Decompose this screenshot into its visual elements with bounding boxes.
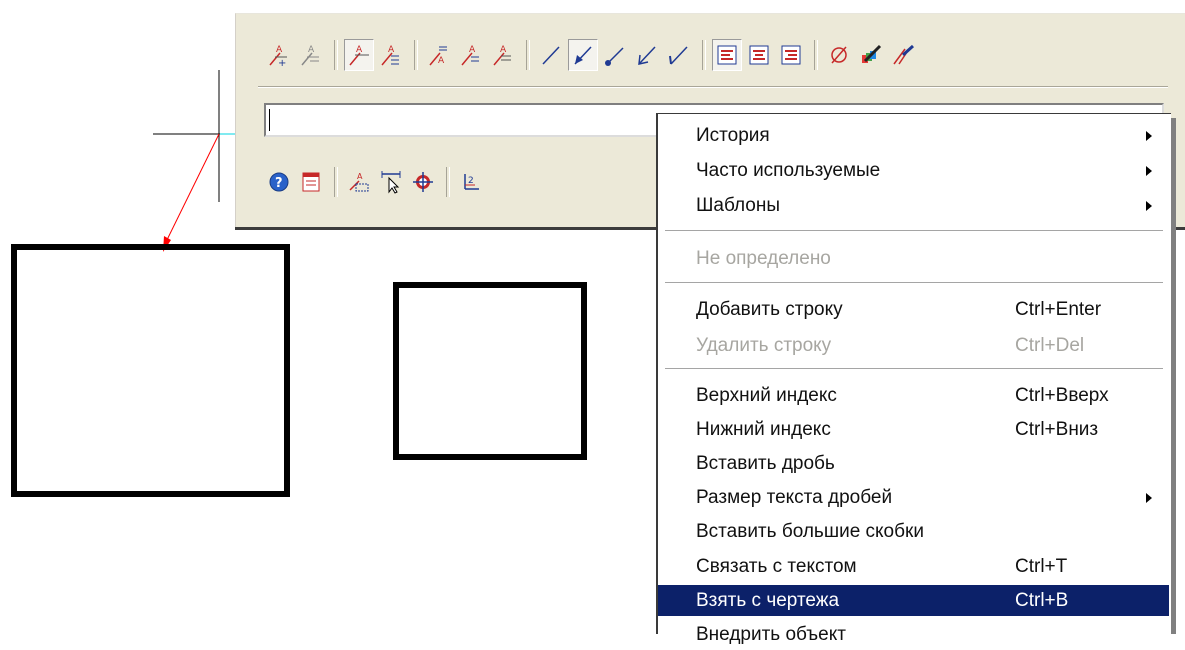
svg-text:A: A — [357, 172, 363, 181]
text-underline-icon[interactable]: A — [376, 39, 406, 71]
toolbar-separator — [334, 40, 338, 70]
menu-item-label: История — [696, 125, 770, 146]
target-icon[interactable] — [408, 166, 438, 198]
menu-item-embed-object[interactable]: Внедрить объект — [658, 619, 1169, 650]
menu-shadow — [1171, 118, 1176, 634]
text-multi-above-icon[interactable]: A — [424, 39, 454, 71]
svg-text:?: ? — [275, 176, 283, 191]
large-rectangle[interactable] — [11, 244, 290, 497]
menu-item-insert-fraction[interactable]: Вставить дробь — [658, 448, 1169, 479]
menu-item-label: Добавить строку — [696, 299, 843, 320]
menu-item-subscript[interactable]: Нижний индекс Ctrl+Вниз — [658, 414, 1169, 445]
menu-separator — [665, 230, 1163, 232]
menu-item-shortcut: Ctrl+B — [1015, 590, 1069, 611]
menu-item-label: Вставить дробь — [696, 453, 835, 474]
submenu-arrow-icon — [1146, 166, 1152, 176]
align-right-icon[interactable] — [776, 39, 806, 71]
menu-separator — [665, 368, 1163, 370]
toolbar-separator — [814, 40, 818, 70]
menu-item-label: Часто используемые — [696, 160, 881, 181]
text-three-lines-icon[interactable]: A — [488, 39, 518, 71]
diameter-icon[interactable] — [824, 39, 854, 71]
menu-item-history[interactable]: История — [658, 120, 1169, 151]
submenu-arrow-icon — [1146, 493, 1152, 503]
menu-item-shortcut: Ctrl+Вверх — [1015, 385, 1109, 406]
check-arrow-icon[interactable] — [664, 39, 694, 71]
arrow-icon[interactable] — [632, 39, 662, 71]
align-left-icon[interactable] — [712, 39, 742, 71]
menu-item-label: Вставить большие скобки — [696, 521, 924, 542]
menu-item-add-line[interactable]: Добавить строку Ctrl+Enter — [658, 294, 1169, 325]
menu-item-take-from-drawing[interactable]: Взять с чертежа Ctrl+B — [658, 585, 1169, 616]
power-index-icon[interactable]: 2 — [456, 166, 486, 198]
menu-item-label: Взять с чертежа — [696, 590, 840, 611]
format-toolbar: A + A A A A A A — [264, 37, 920, 73]
menu-item-label: Нижний индекс — [696, 419, 831, 440]
toolbar-divider — [258, 86, 1168, 88]
small-rectangle[interactable] — [393, 282, 587, 460]
menu-item-link-text[interactable]: Связать с текстом Ctrl+T — [658, 551, 1169, 582]
menu-item-label: Размер текста дробей — [696, 487, 893, 508]
menu-item-label: Не определено — [696, 248, 831, 269]
toolbar-separator — [702, 40, 706, 70]
menu-item-superscript[interactable]: Верхний индекс Ctrl+Вверх — [658, 380, 1169, 411]
menu-item-shortcut: Ctrl+Вниз — [1015, 419, 1099, 440]
menu-item-shortcut: Ctrl+Del — [1015, 335, 1085, 356]
text-remove-icon[interactable]: A — [296, 39, 326, 71]
dot-arrow-icon[interactable] — [600, 39, 630, 71]
arrow-tail-icon[interactable] — [568, 39, 598, 71]
line-icon[interactable] — [536, 39, 566, 71]
menu-item-label: Внедрить объект — [696, 624, 846, 645]
text-multi-below-icon[interactable]: A — [456, 39, 486, 71]
color-brush-icon[interactable] — [856, 39, 886, 71]
menu-item-insert-big-brackets[interactable]: Вставить большие скобки — [658, 516, 1169, 547]
menu-item-fraction-text-size[interactable]: Размер текста дробей — [658, 482, 1169, 513]
leader-line — [162, 133, 220, 249]
svg-text:A: A — [438, 56, 445, 66]
template-icon[interactable] — [296, 166, 326, 198]
leader-brush-icon[interactable] — [888, 39, 918, 71]
menu-item-label: Связать с текстом — [696, 556, 857, 577]
tools-toolbar: ? A 2 — [264, 167, 488, 197]
pick-dimension-icon[interactable] — [376, 166, 406, 198]
help-icon[interactable]: ? — [264, 166, 294, 198]
menu-item-label: Удалить строку — [696, 335, 832, 356]
submenu-arrow-icon — [1146, 201, 1152, 211]
menu-item-templates[interactable]: Шаблоны — [658, 190, 1169, 221]
toolbar-separator — [414, 40, 418, 70]
text-add-icon[interactable]: A + — [264, 39, 294, 71]
menu-item-shortcut: Ctrl+T — [1015, 556, 1068, 577]
menu-item-undefined: Не определено — [658, 243, 1169, 274]
toolbar-separator — [446, 167, 450, 197]
context-menu: История Часто используемые Шаблоны Не оп… — [656, 113, 1171, 645]
menu-item-frequently-used[interactable]: Часто используемые — [658, 155, 1169, 186]
dimension-text-icon[interactable]: A — [344, 166, 374, 198]
menu-item-delete-line: Удалить строку Ctrl+Del — [658, 330, 1169, 361]
menu-item-shortcut: Ctrl+Enter — [1015, 299, 1102, 320]
menu-item-label: Верхний индекс — [696, 385, 837, 406]
toolbar-separator — [334, 167, 338, 197]
align-center-icon[interactable] — [744, 39, 774, 71]
menu-item-label: Шаблоны — [696, 195, 781, 216]
text-caret — [269, 109, 270, 131]
text-leader-icon[interactable]: A — [344, 39, 374, 71]
toolbar-separator — [526, 40, 530, 70]
submenu-arrow-icon — [1146, 131, 1152, 141]
svg-text:+: + — [278, 58, 286, 67]
menu-separator — [665, 282, 1163, 284]
